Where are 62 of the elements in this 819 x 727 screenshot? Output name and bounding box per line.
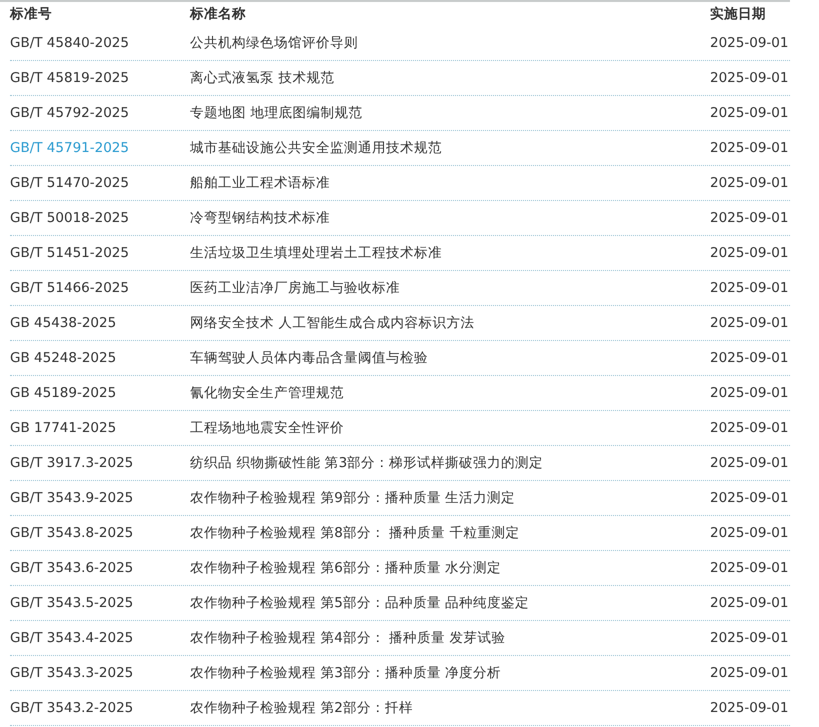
standard-link[interactable]: GB/T 3543.9-2025 (10, 490, 190, 506)
standard-title: 公共机构绿色场馆评价导则 (190, 34, 359, 52)
standard-link[interactable]: GB/T 45819-2025 (10, 70, 190, 86)
standard-title: 农作物种子检验规程 第3部分：播种质量 净度分析 (190, 664, 502, 682)
standard-link[interactable]: GB/T 50018-2025 (10, 210, 190, 226)
effective-date: 2025-09-01 (710, 525, 790, 541)
effective-date: 2025-09-01 (710, 315, 790, 331)
standard-title: 离心式液氢泵 技术规范 (190, 69, 336, 87)
standard-link[interactable]: GB/T 3543.8-2025 (10, 525, 190, 541)
standard-link[interactable]: GB/T 3543.3-2025 (10, 665, 190, 681)
standard-title: 氰化物安全生产管理规范 (190, 384, 345, 402)
standard-title: 城市基础设施公共安全监测通用技术规范 (190, 139, 443, 157)
standard-link[interactable]: GB 45438-2025 (10, 315, 190, 331)
effective-date: 2025-09-01 (710, 665, 790, 681)
standard-title: 农作物种子检验规程 第8部分： 播种质量 千粒重测定 (190, 524, 520, 542)
column-header: 标准名称 (190, 5, 247, 23)
standard-title: 农作物种子检验规程 第6部分：播种质量 水分测定 (190, 559, 502, 577)
standard-link[interactable]: GB/T 51470-2025 (10, 175, 190, 191)
standard-title: 冷弯型钢结构技术标准 (190, 209, 331, 227)
standard-link[interactable]: GB/T 3543.6-2025 (10, 560, 190, 576)
effective-date: 2025-09-01 (710, 140, 790, 156)
column-header: 实施日期 (710, 5, 767, 23)
effective-date: 2025-09-01 (710, 105, 790, 121)
effective-date: 2025-09-01 (710, 490, 790, 506)
effective-date: 2025-09-01 (710, 175, 790, 191)
effective-date: 2025-09-01 (710, 630, 790, 646)
effective-date: 2025-09-01 (710, 455, 790, 471)
effective-date: 2025-09-01 (710, 280, 790, 296)
standard-link[interactable]: GB 45248-2025 (10, 350, 190, 366)
standard-title: 网络安全技术 人工智能生成合成内容标识方法 (190, 314, 476, 332)
standard-link[interactable]: GB/T 3543.5-2025 (10, 595, 190, 611)
standard-link[interactable]: GB/T 3543.4-2025 (10, 630, 190, 646)
standard-link[interactable]: GB/T 45840-2025 (10, 35, 190, 51)
effective-date: 2025-09-01 (710, 560, 790, 576)
standard-title: 农作物种子检验规程 第5部分：品种质量 品种纯度鉴定 (190, 594, 530, 612)
effective-date: 2025-09-01 (710, 350, 790, 366)
standard-title: 生活垃圾卫生填埋处理岩土工程技术标准 (190, 244, 443, 262)
effective-date: 2025-09-01 (710, 210, 790, 226)
standard-title: 农作物种子检验规程 第2部分：扦样 (190, 699, 414, 717)
standard-title: 医药工业洁净厂房施工与验收标准 (190, 279, 401, 297)
standard-title: 工程场地地震安全性评价 (190, 419, 345, 437)
effective-date: 2025-09-01 (710, 595, 790, 611)
standard-link[interactable]: GB/T 51451-2025 (10, 245, 190, 261)
standard-title: 纺织品 织物撕破性能 第3部分：梯形试样撕破强力的测定 (190, 454, 544, 472)
standard-link[interactable]: GB 17741-2025 (10, 420, 190, 436)
standard-title: 农作物种子检验规程 第4部分： 播种质量 发芽试验 (190, 629, 506, 647)
standard-title: 车辆驾驶人员体内毒品含量阈值与检验 (190, 349, 429, 367)
standard-title: 农作物种子检验规程 第9部分：播种质量 生活力测定 (190, 489, 516, 507)
standard-title: 专题地图 地理底图编制规范 (190, 104, 364, 122)
effective-date: 2025-09-01 (710, 420, 790, 436)
standard-link[interactable]: GB/T 3543.2-2025 (10, 700, 190, 716)
effective-date: 2025-09-01 (710, 70, 790, 86)
column-header: 标准号 (10, 5, 53, 23)
effective-date: 2025-09-01 (710, 35, 790, 51)
effective-date: 2025-09-01 (710, 700, 790, 716)
standard-link[interactable]: GB/T 45792-2025 (10, 105, 190, 121)
standard-link[interactable]: GB/T 3917.3-2025 (10, 455, 190, 471)
effective-date: 2025-09-01 (710, 385, 790, 401)
standard-link[interactable]: GB/T 51466-2025 (10, 280, 190, 296)
standard-title: 船舶工业工程术语标准 (190, 174, 331, 192)
effective-date: 2025-09-01 (710, 245, 790, 261)
standard-link[interactable]: GB 45189-2025 (10, 385, 190, 401)
